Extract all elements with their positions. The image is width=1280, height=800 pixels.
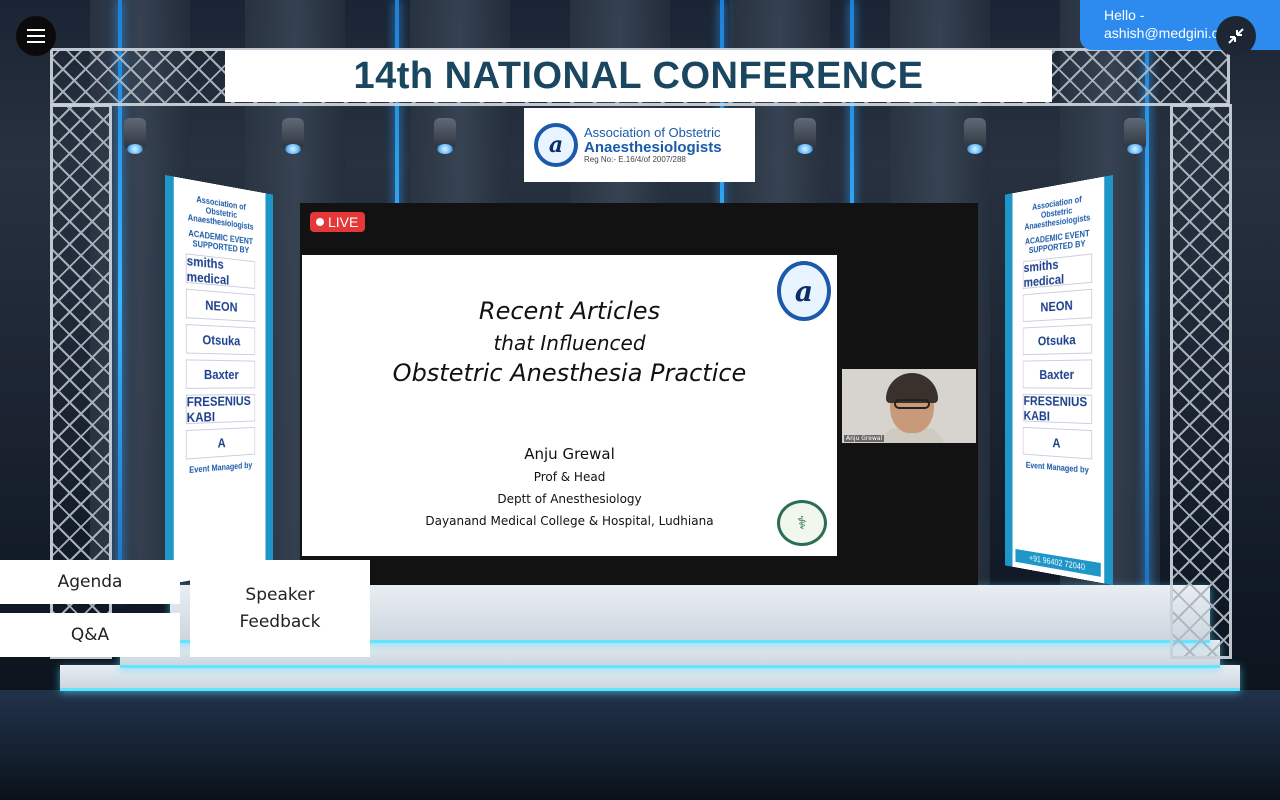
sponsor-logo: A xyxy=(185,426,256,460)
speaker-webcam: Anju Grewal xyxy=(842,369,976,443)
college-seal-icon: ⚕ xyxy=(777,500,827,546)
spotlight-icon xyxy=(434,118,456,154)
association-name-line2: Anaesthesiologists xyxy=(584,138,722,156)
conference-banner: 14th NATIONAL CONFERENCE xyxy=(225,50,1052,102)
sponsor-logo: Otsuka xyxy=(1022,324,1093,356)
sponsor-logo: smiths medical xyxy=(1022,253,1093,290)
live-badge: LIVE xyxy=(310,212,366,232)
sponsor-logo: NEON xyxy=(1022,288,1093,323)
truss-right xyxy=(1170,104,1232,659)
qa-button[interactable]: Q&A xyxy=(0,613,180,657)
sponsor-logo: smiths medical xyxy=(185,252,256,289)
spotlight-icon xyxy=(794,118,816,154)
presentation-slide: a Recent Articles that Influenced Obstet… xyxy=(302,255,837,556)
sponsor-logo: FRESENIUS KABI xyxy=(185,393,256,425)
association-reg: Reg No:- E.16/4/of 2007/288 xyxy=(584,154,686,164)
sponsor-logo: Baxter xyxy=(185,359,256,389)
collapse-icon[interactable] xyxy=(1216,16,1256,56)
slide-title-line3: Obstetric Anesthesia Practice xyxy=(392,359,747,387)
sponsor-board-heading: Association of Obstetric Anaesthesiologi… xyxy=(187,194,254,232)
slide-speaker-name: Anju Grewal xyxy=(524,445,615,463)
speaker-feedback-button[interactable]: Speaker Feedback xyxy=(190,560,370,657)
sponsor-logo: A xyxy=(1022,426,1093,460)
sponsor-logo: NEON xyxy=(185,288,256,323)
sponsor-board-subtitle: ACADEMIC EVENT SUPPORTED BY xyxy=(1025,228,1090,256)
speaker-feedback-line1: Speaker xyxy=(245,585,315,606)
live-label: LIVE xyxy=(328,214,359,230)
spotlight-icon xyxy=(964,118,986,154)
slide-title-line1: Recent Articles xyxy=(478,297,661,325)
sponsor-board-right: Association of Obstetric Anaesthesiologi… xyxy=(1005,175,1113,585)
spotlight-icon xyxy=(124,118,146,154)
slide-title-line2: that Influenced xyxy=(493,331,646,355)
sponsor-board-heading: Association of Obstetric Anaesthesiologi… xyxy=(1024,194,1091,232)
event-managed-by: Event Managed by xyxy=(189,460,253,475)
live-dot-icon xyxy=(316,218,324,226)
conference-title: 14th NATIONAL CONFERENCE xyxy=(353,54,924,97)
stage-step xyxy=(60,665,1240,691)
association-name-line1: Association of Obstetric xyxy=(584,125,721,141)
webcam-label: Anju Grewal xyxy=(844,435,885,442)
spotlight-icon xyxy=(282,118,304,154)
spotlight-icon xyxy=(1124,118,1146,154)
stage-floor xyxy=(0,690,1280,800)
speaker-feedback-line2: Feedback xyxy=(239,611,321,632)
association-logo-icon: a xyxy=(534,123,578,167)
agenda-button[interactable]: Agenda xyxy=(0,560,180,604)
hamburger-icon[interactable] xyxy=(16,16,56,56)
sponsor-logo: Baxter xyxy=(1022,359,1093,389)
sponsor-board-left: Association of Obstetric Anaesthesiologi… xyxy=(165,175,273,585)
event-managed-by: Event Managed by xyxy=(1025,460,1089,475)
sponsor-logo: FRESENIUS KABI xyxy=(1022,393,1093,425)
association-logo-banner: a Association of Obstetric Anaesthesiolo… xyxy=(524,108,755,182)
live-video-player[interactable]: LIVE a Recent Articles that Influenced O… xyxy=(300,203,978,585)
slide-speaker-institution: Dayanand Medical College & Hospital, Lud… xyxy=(425,514,714,528)
sponsor-logo: Otsuka xyxy=(185,324,256,356)
slide-speaker-role: Prof & Head xyxy=(533,470,606,484)
greeting-text: Hello - xyxy=(1104,7,1145,23)
slide-speaker-department: Deptt of Anesthesiology xyxy=(497,492,642,506)
sponsor-board-subtitle: ACADEMIC EVENT SUPPORTED BY xyxy=(188,228,253,256)
